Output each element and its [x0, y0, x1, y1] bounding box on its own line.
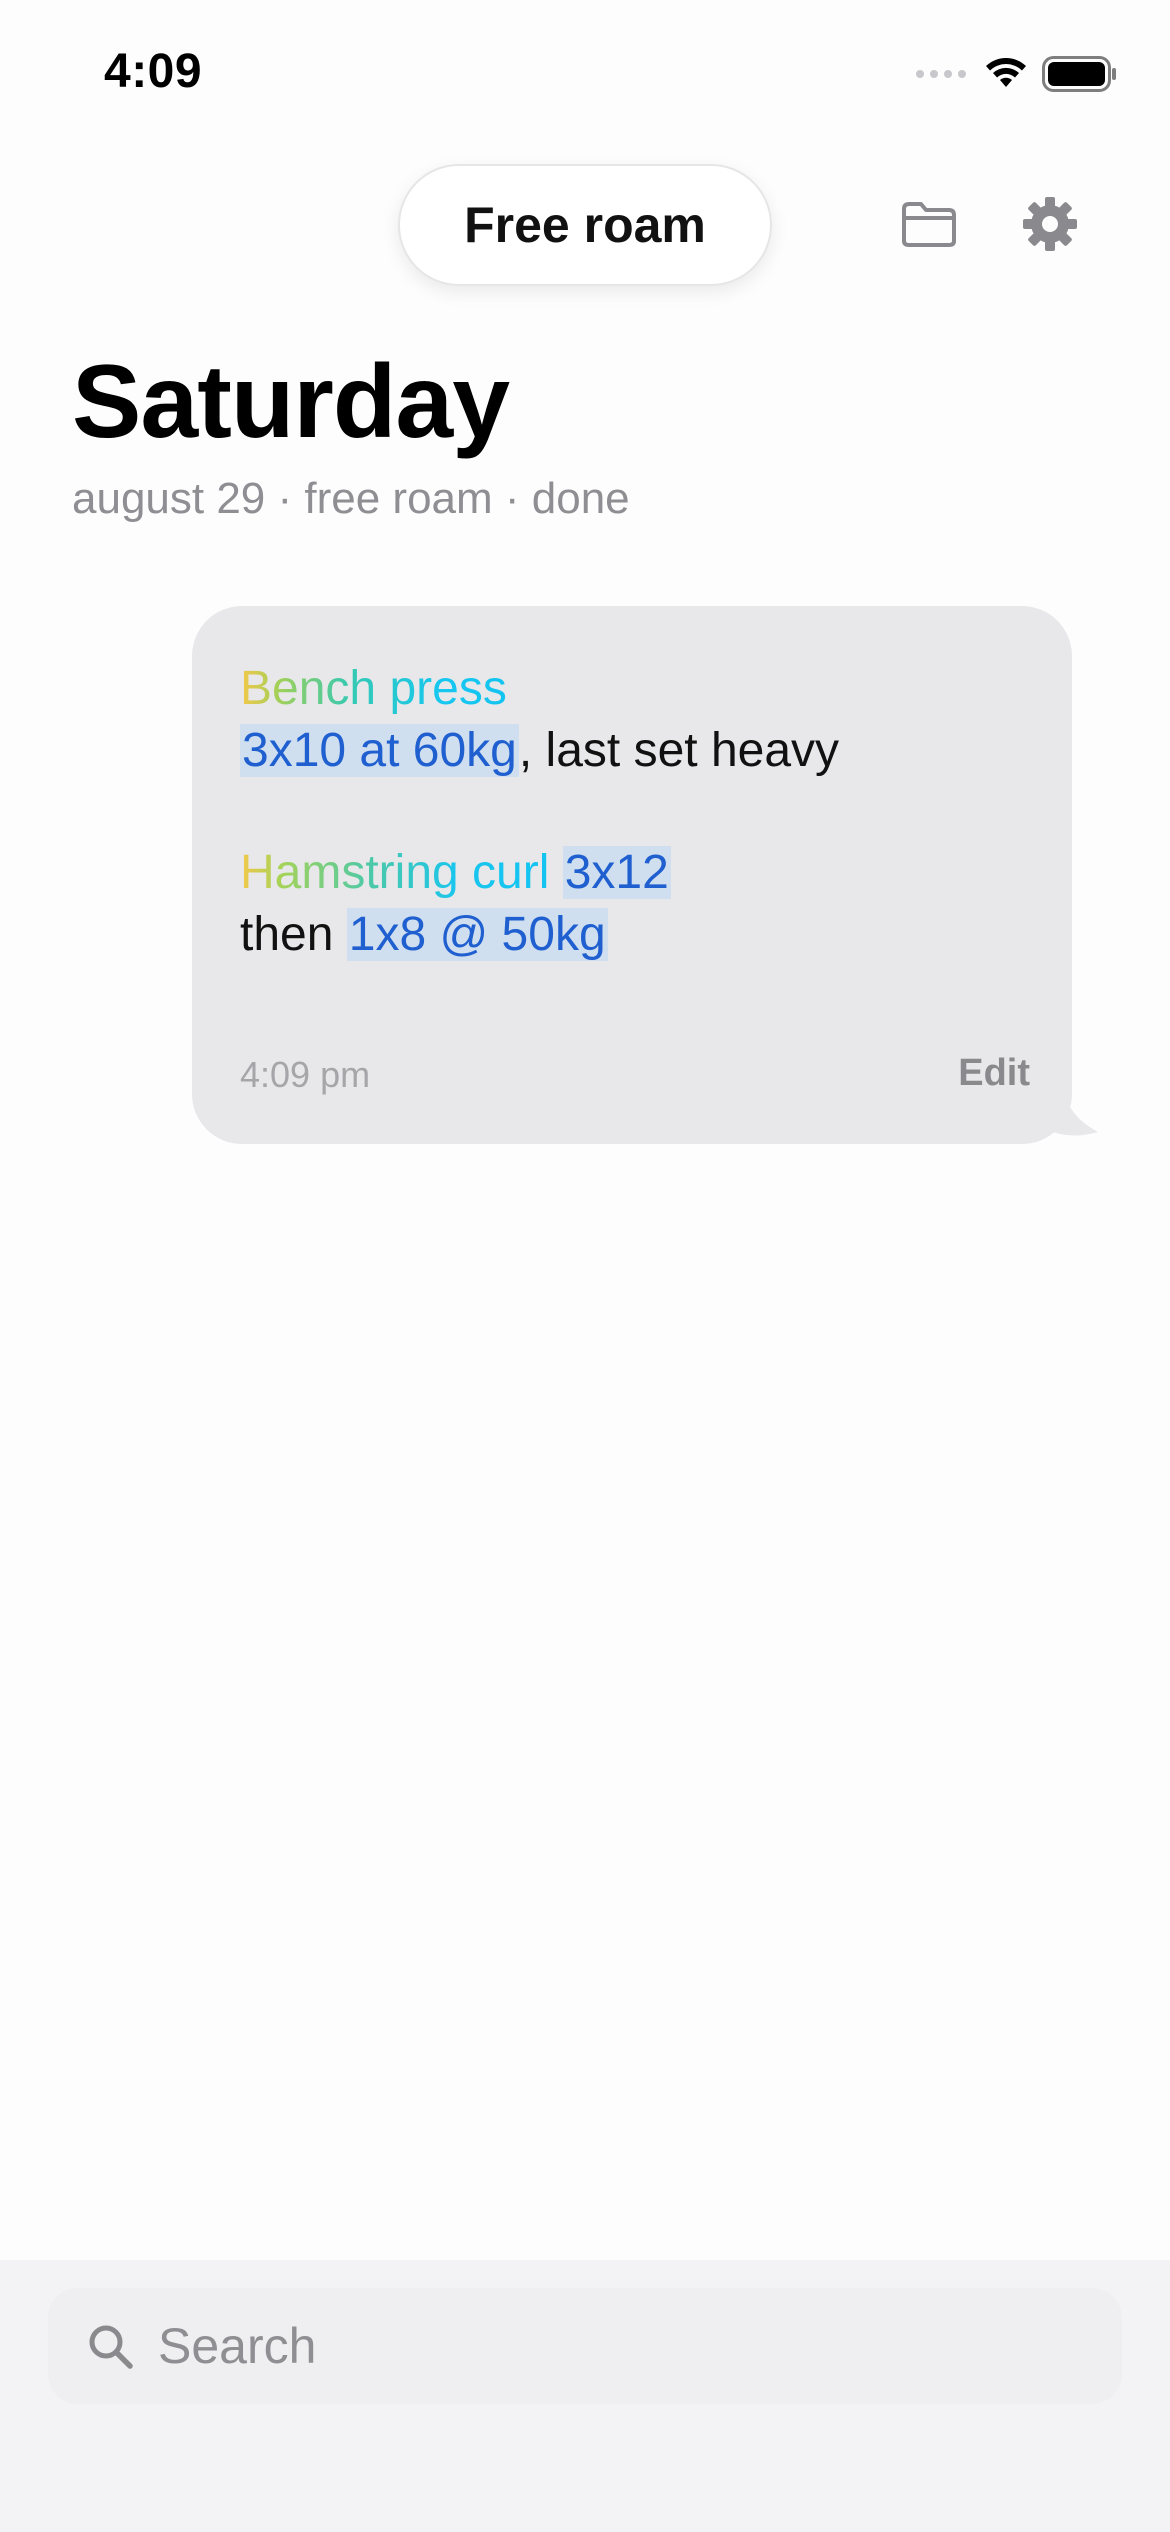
wifi-icon [986, 58, 1026, 87]
exercise-line: Hamstring curl 3x12 [240, 842, 1032, 904]
set-highlight: 3x10 at 60kg [240, 724, 519, 777]
workout-message-bubble[interactable]: Bench press 3x10 at 60kg, last set heavy… [192, 606, 1072, 1144]
page-title: Saturday [72, 344, 510, 460]
exercise-name: Bench press [240, 662, 507, 715]
exercise-line: Bench press [240, 658, 1032, 720]
set-highlight: 3x12 [562, 846, 671, 899]
page-subtitle: august 29 · free roam · done [72, 474, 630, 523]
status-time: 4:09 [104, 45, 203, 98]
edit-button[interactable]: Edit [958, 1052, 1030, 1095]
gear-icon[interactable] [1018, 192, 1082, 256]
mode-selector-button[interactable]: Free roam [398, 164, 772, 286]
set-line: 3x10 at 60kg, last set heavy [240, 720, 1032, 782]
set-line: then 1x8 @ 50kg [240, 904, 1032, 966]
set-highlight: 1x8 @ 50kg [346, 908, 608, 961]
search-bar[interactable] [48, 2288, 1122, 2404]
message-timestamp: 4:09 pm [240, 1054, 371, 1095]
status-icons [916, 54, 1118, 94]
search-input[interactable] [156, 2305, 1122, 2387]
folder-icon[interactable] [897, 196, 961, 252]
battery-icon [1042, 56, 1116, 92]
cellular-signal-icon [916, 70, 966, 78]
then-text: then [240, 908, 347, 961]
message-text: Bench press 3x10 at 60kg, last set heavy… [240, 658, 1032, 966]
search-icon [84, 2320, 136, 2372]
set-note: , last set heavy [518, 724, 840, 777]
exercise-name: Hamstring curl [240, 846, 563, 899]
